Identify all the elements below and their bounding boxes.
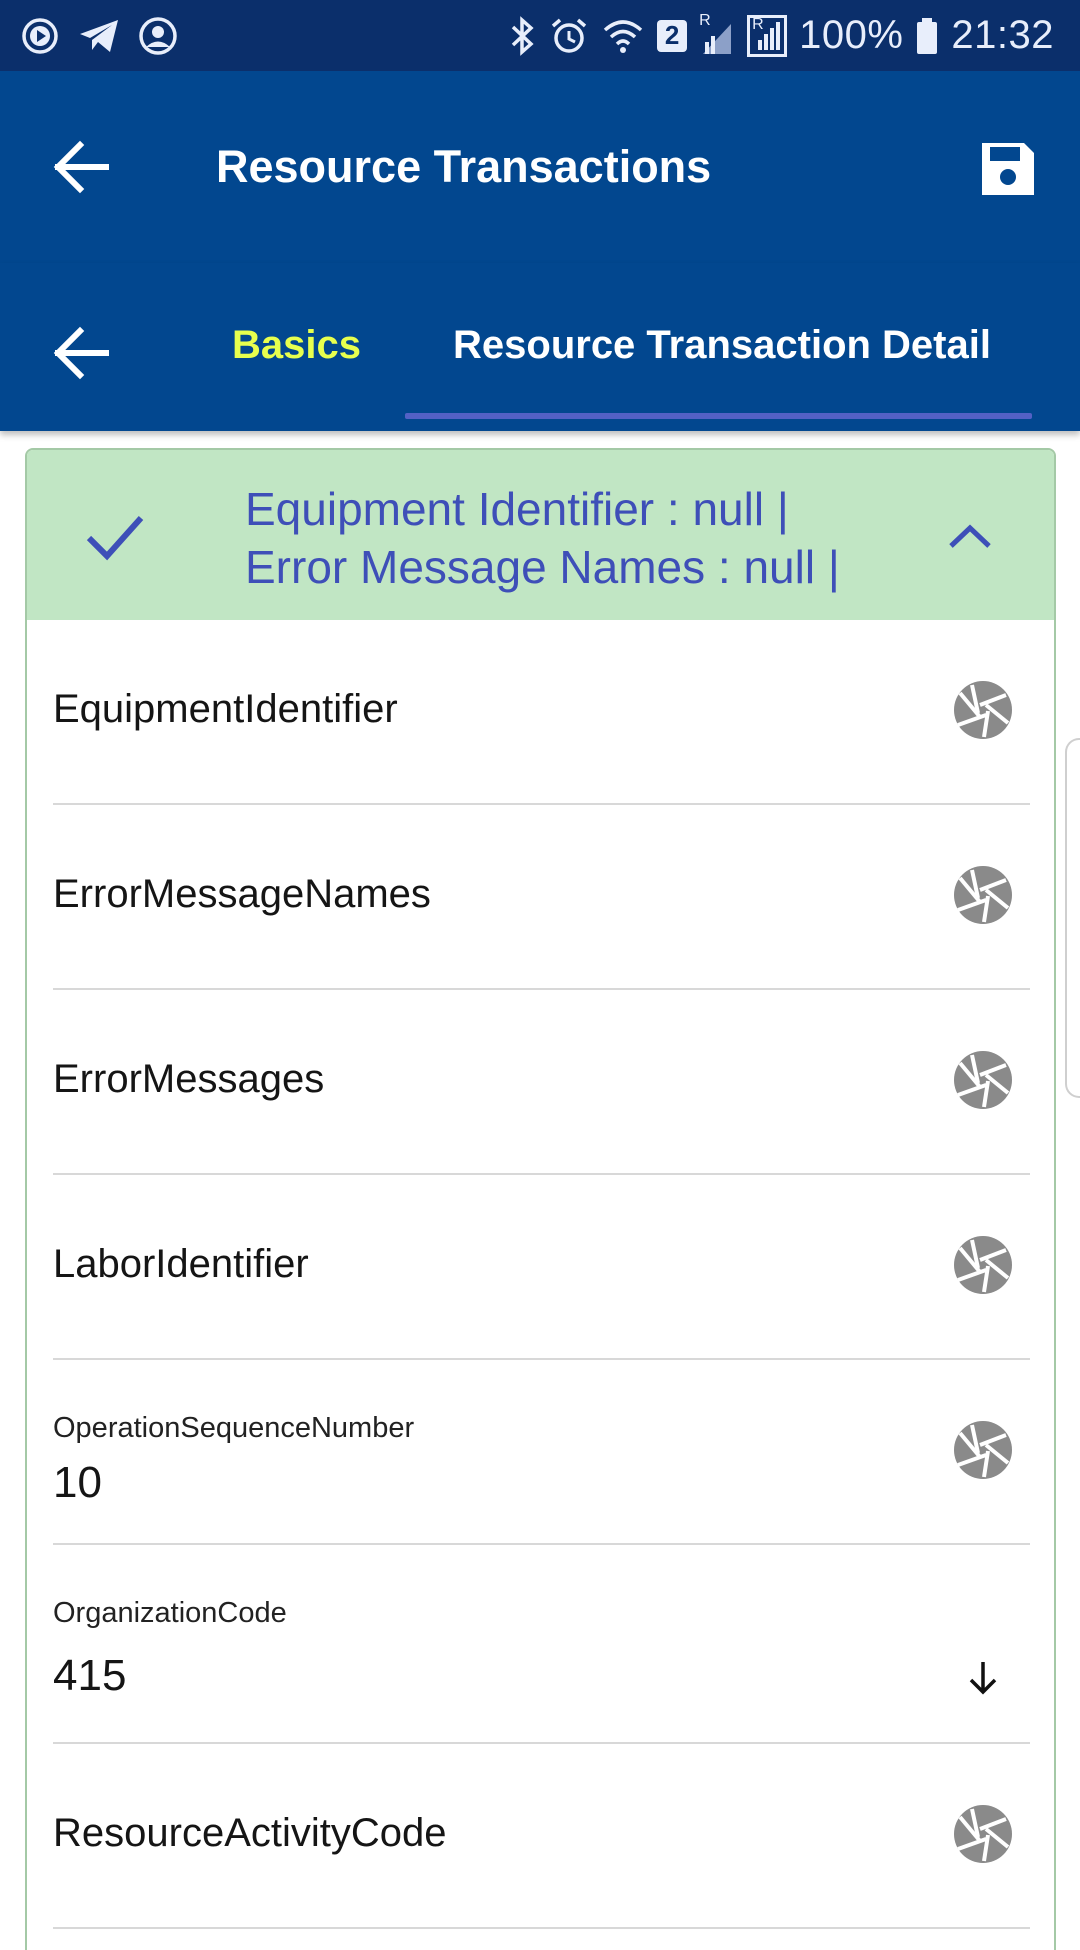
field-label: ErrorMessages [53,1057,325,1101]
field-row-error-messages[interactable]: ErrorMessages [53,990,1030,1175]
app-bar: Resource Transactions [0,71,1080,263]
summary-line-2: Error Message Names : null | [245,541,840,593]
tab-detail-label: Resource Transaction Detail [453,323,991,367]
field-row-operation-sequence-number[interactable]: OperationSequenceNumber 10 [53,1360,1030,1545]
page-title: Resource Transactions [216,141,712,192]
tab-indicator [405,413,1032,419]
tab-bar: Basics Resource Transaction Detail [0,263,1080,431]
field-label: EquipmentIdentifier [53,687,398,731]
sim-badge-text: 2 [664,20,680,50]
field-row-labor-identifier[interactable]: LaborIdentifier [53,1175,1030,1360]
field-label: ErrorMessageNames [53,872,431,916]
save-icon[interactable] [978,139,1038,199]
wifi-icon [601,16,645,56]
tab-resource-transaction-detail[interactable]: Resource Transaction Detail [405,263,1032,431]
field-label: ResourceActivityCode [53,1811,447,1855]
field-row-resource-activity-code[interactable]: ResourceActivityCode [53,1744,1030,1929]
card-summary: Equipment Identifier : null | Error Mess… [245,480,840,596]
status-bar-right: 2 R R 100% 21:32 [507,12,1080,58]
status-bar: 2 R R 100% 21:32 [0,0,1080,71]
card-header[interactable]: Equipment Identifier : null | Error Mess… [27,450,1054,620]
status-bar-left [0,16,178,56]
aperture-icon[interactable] [952,1803,1014,1865]
aperture-icon[interactable] [952,1419,1014,1481]
field-row-error-message-names[interactable]: ErrorMessageNames [53,805,1030,990]
signal-icon: R [699,12,735,56]
arrow-down-icon[interactable] [963,1658,1003,1698]
clock: 21:32 [951,13,1054,57]
battery-percent: 100% [799,13,904,57]
field-label: LaborIdentifier [53,1242,309,1286]
back-arrow-icon[interactable] [50,137,114,197]
sim-badge: 2 [657,19,688,52]
aperture-icon[interactable] [952,1234,1014,1296]
aperture-icon[interactable] [952,679,1014,741]
account-icon [138,16,178,56]
summary-line-1: Equipment Identifier : null | [245,483,789,535]
detail-card: Equipment Identifier : null | Error Mess… [25,448,1056,1950]
media-icon [20,16,60,56]
field-label: OrganizationCode [53,1597,287,1629]
roaming-badge-2: R [752,15,764,33]
field-row-organization-code[interactable]: OrganizationCode 415 [53,1545,1030,1744]
check-icon [83,506,147,566]
field-value: 415 [53,1651,127,1700]
tab-back-arrow-icon[interactable] [50,323,114,383]
aperture-icon[interactable] [952,1049,1014,1111]
telegram-icon [78,16,120,56]
field-label: OperationSequenceNumber [53,1412,415,1444]
scroll-handle[interactable] [1065,738,1080,1098]
battery-icon [915,16,939,56]
roaming-badge-1: R [699,11,711,29]
signal-icon: R [747,14,788,57]
tab-basics[interactable]: Basics [232,323,361,368]
field-row-equipment-identifier[interactable]: EquipmentIdentifier [53,620,1030,805]
aperture-icon[interactable] [952,864,1014,926]
alarm-icon [549,16,589,56]
chevron-up-icon[interactable] [945,520,995,552]
bluetooth-icon [507,15,537,56]
field-value: 10 [53,1458,102,1507]
